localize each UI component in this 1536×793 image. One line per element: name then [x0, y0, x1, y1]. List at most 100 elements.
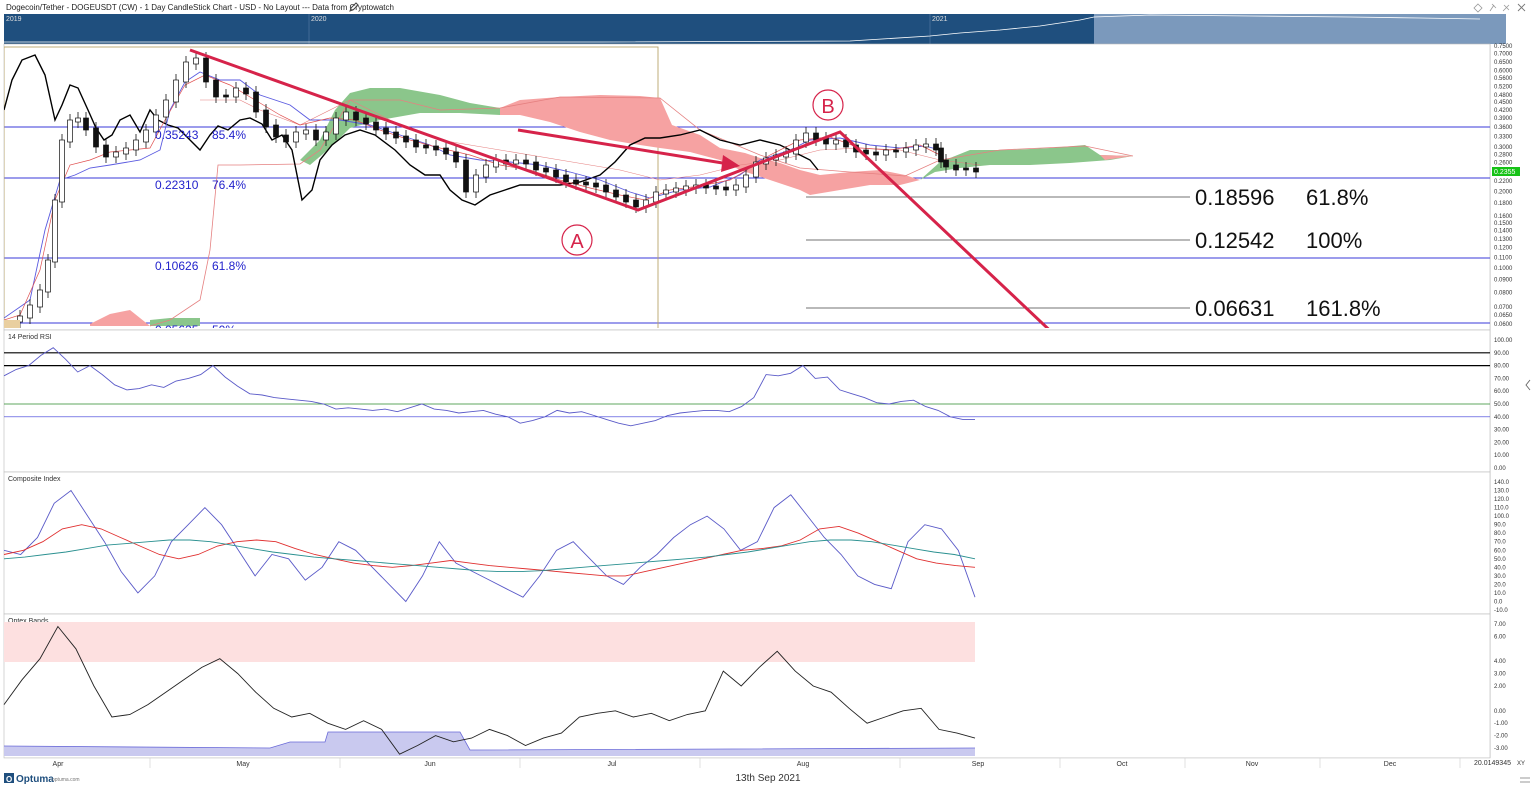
candle: [67, 119, 73, 143]
price-tick: 0.2600: [1494, 161, 1513, 167]
candle: [713, 185, 719, 190]
chart-window: Dogecoin/Tether - DOGEUSDT (CW) - 1 Day …: [0, 0, 1536, 788]
candle: [953, 164, 959, 171]
axis-tick: 120.0: [1494, 497, 1510, 503]
overview-year-2019: 2019: [6, 16, 22, 23]
rsi-pane: 14 Period RSI 100.00 90.00 80.00 70.00 60.00…: [3, 329, 1531, 473]
axis-tick: 0.00: [1494, 709, 1506, 715]
price-tick: 0.7000: [1494, 52, 1513, 58]
month-label: Jul: [608, 761, 617, 768]
candle: [803, 132, 809, 143]
candle: [733, 184, 739, 191]
candle: [183, 61, 189, 83]
price-tick: 0.5600: [1494, 76, 1513, 82]
price-tick: 0.2800: [1494, 152, 1513, 158]
fib-value-85: 0.35243: [155, 128, 199, 142]
candle: [27, 304, 33, 319]
wave-label-b: B: [812, 89, 844, 121]
candle: [223, 94, 229, 98]
candle: [463, 159, 469, 193]
candle: [303, 129, 309, 135]
candle: [75, 117, 81, 123]
date-axis[interactable]: Apr May Jun Jul Aug Sep Oct Nov Dec: [4, 757, 1490, 768]
candle: [973, 167, 979, 173]
candle: [203, 57, 209, 83]
price-tick: 0.4800: [1494, 93, 1513, 99]
price-tick: 0.0650: [1494, 313, 1513, 319]
candle: [243, 87, 249, 95]
candle: [613, 189, 619, 198]
fib-value-61: 0.10626: [155, 259, 199, 273]
date-caption: 13th Sep 2021: [735, 773, 800, 784]
range-marker: [4, 320, 20, 328]
fib-value-76: 0.22310: [155, 178, 199, 192]
wave-label-a: A: [561, 224, 593, 256]
ext-pct-100: 100%: [1306, 228, 1362, 253]
candle: [603, 184, 609, 193]
price-tick: 0.1500: [1494, 221, 1513, 227]
candle: [483, 164, 489, 178]
candle: [133, 139, 139, 151]
candle: [343, 111, 349, 121]
candle: [383, 127, 389, 135]
candle: [45, 259, 51, 293]
candle: [423, 144, 429, 149]
axis-tick: 70.00: [1494, 376, 1510, 382]
price-tick: 0.0700: [1494, 305, 1513, 311]
candle: [293, 131, 299, 143]
candle: [103, 144, 109, 158]
candle: [663, 189, 669, 195]
optex-bands-pane: Optex Bands 7.006.004.003.002.000.00-1.0…: [3, 613, 1508, 759]
axis-tick: 10.00: [1494, 453, 1510, 459]
axis-tick: 90.0: [1494, 523, 1506, 529]
candle: [543, 167, 549, 173]
price-tick: 0.7500: [1494, 44, 1513, 50]
axis-tick: 50.00: [1494, 402, 1510, 408]
candle: [743, 174, 749, 188]
candle: [113, 151, 119, 158]
candle: [283, 134, 289, 143]
candle: [263, 109, 269, 128]
fib-pct-85: 85.4%: [212, 128, 246, 142]
candle: [313, 129, 319, 141]
chart-canvas: Dogecoin/Tether - DOGEUSDT (CW) - 1 Day …: [0, 0, 1536, 785]
price-tick: 0.3600: [1494, 125, 1513, 131]
candle: [473, 174, 479, 193]
month-label: Jun: [424, 761, 435, 768]
candle: [563, 174, 569, 183]
month-label: Nov: [1246, 761, 1259, 768]
candle: [623, 194, 629, 203]
candle: [363, 117, 369, 125]
price-tick: 0.6000: [1494, 69, 1513, 75]
axis-tick: 110.0: [1494, 506, 1509, 512]
candle: [938, 147, 944, 163]
price-tick: 0.1100: [1494, 255, 1513, 261]
candle: [93, 127, 99, 148]
axis-tick: -2.00: [1494, 734, 1508, 740]
optuma-logo: O Optuma optuma.com: [4, 773, 80, 785]
candle: [373, 121, 379, 131]
candle: [633, 199, 639, 208]
month-label: Apr: [53, 761, 65, 768]
price-tick: 0.4500: [1494, 100, 1513, 106]
month-label: Sep: [972, 761, 985, 768]
axis-tick: 40.00: [1494, 415, 1510, 421]
window-corner-icon[interactable]: [1520, 777, 1530, 783]
candle: [273, 124, 279, 138]
axis-tick: 6.00: [1494, 634, 1506, 640]
price-tick: 0.0800: [1494, 290, 1513, 296]
candle: [453, 151, 459, 163]
candle: [583, 181, 589, 186]
svg-text:O: O: [6, 775, 12, 784]
candle: [913, 144, 919, 151]
overview-year-2020: 2020: [311, 16, 327, 23]
candle: [923, 143, 929, 148]
composite-index-pane: Composite Index 140.0 130.0 120.0 110.0 100.…: [3, 471, 1510, 615]
candle: [59, 139, 65, 203]
overview-navigator[interactable]: 2019 2020 2021: [4, 14, 1536, 44]
candle: [943, 159, 949, 168]
candle: [523, 159, 529, 165]
candle: [573, 179, 579, 185]
ext-value-61: 0.18596: [1195, 185, 1275, 210]
candle: [52, 199, 58, 263]
